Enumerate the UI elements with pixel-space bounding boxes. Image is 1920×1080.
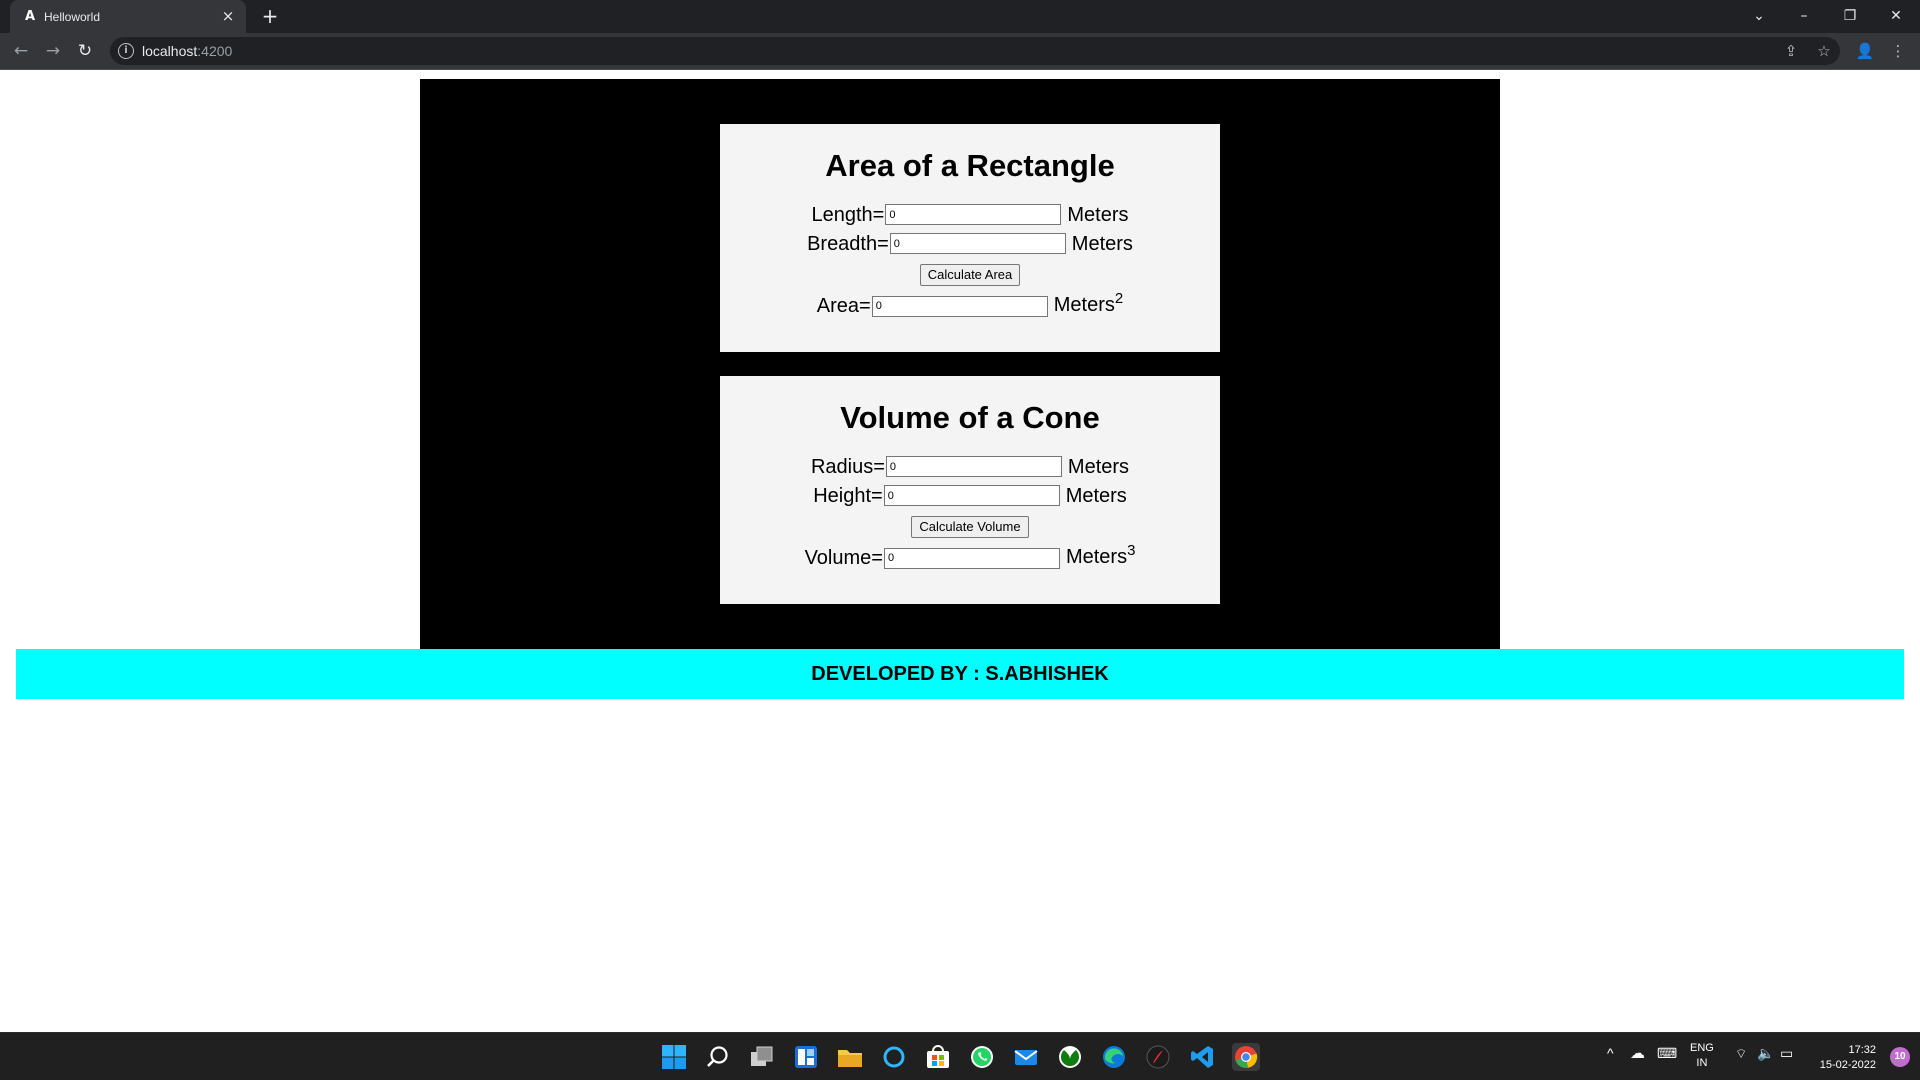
rectangle-area-card: Area of a Rectangle Length= Meters Bread… xyxy=(720,124,1220,352)
area-output[interactable] xyxy=(871,295,1048,317)
system-clock[interactable]: 17:32 15-02-2022 xyxy=(1820,1043,1876,1073)
site-info-icon[interactable]: i xyxy=(118,43,134,59)
developer-footer: DEVELOPED BY : S.ABHISHEK xyxy=(16,649,1904,699)
radius-input[interactable] xyxy=(885,456,1062,477)
browser-tab-bar: A Helloworld × + ⌄ – ❐ ✕ xyxy=(0,0,1920,33)
windows-start-icon[interactable] xyxy=(660,1043,688,1071)
area-button-row: Calculate Area xyxy=(720,258,1220,291)
address-bar[interactable]: i localhost:4200 ⇪ ☆ xyxy=(110,37,1840,65)
tray-overflow-chevron-icon[interactable]: ^ xyxy=(1607,1045,1614,1061)
height-label: Height= xyxy=(813,484,883,507)
breadth-input[interactable] xyxy=(889,233,1066,254)
volume-unit: Meters3 xyxy=(1065,542,1136,568)
breadth-label: Breadth= xyxy=(807,232,889,255)
volume-row: Volume= Meters3 xyxy=(720,542,1220,573)
mail-icon[interactable] xyxy=(1012,1043,1040,1071)
radius-row: Radius= Meters xyxy=(720,452,1220,481)
volume-exponent: 3 xyxy=(1127,542,1136,559)
edge-browser-icon[interactable] xyxy=(1100,1043,1128,1071)
length-input[interactable] xyxy=(885,204,1062,225)
cone-title: Volume of a Cone xyxy=(840,400,1100,435)
acrobat-icon[interactable] xyxy=(1144,1043,1172,1071)
microsoft-store-icon[interactable] xyxy=(924,1043,952,1071)
xbox-icon[interactable] xyxy=(1056,1043,1084,1071)
area-exponent: 2 xyxy=(1114,290,1124,307)
cone-volume-card: Volume of a Cone Radius= Meters Height= … xyxy=(720,376,1220,604)
calculator-container: Area of a Rectangle Length= Meters Bread… xyxy=(420,79,1500,649)
onedrive-cloud-icon[interactable]: ☁ xyxy=(1630,1044,1645,1062)
whatsapp-icon[interactable] xyxy=(968,1043,996,1071)
volume-button-row: Calculate Volume xyxy=(720,510,1220,543)
close-window-icon[interactable]: ✕ xyxy=(1884,4,1908,28)
angular-favicon-icon: A xyxy=(24,9,36,24)
search-icon[interactable] xyxy=(704,1043,732,1071)
calculate-volume-button[interactable]: Calculate Volume xyxy=(911,515,1029,538)
volume-output[interactable] xyxy=(883,547,1060,569)
tab-search-icon[interactable]: ⌄ xyxy=(1747,4,1771,28)
area-label: Area= xyxy=(816,295,871,317)
height-unit: Meters xyxy=(1065,484,1127,507)
volume-icon[interactable]: 🔈 xyxy=(1757,1045,1774,1062)
height-input[interactable] xyxy=(883,485,1060,506)
bookmark-star-icon[interactable]: ☆ xyxy=(1813,40,1835,62)
radius-label: Radius= xyxy=(810,455,885,478)
calculate-area-button[interactable]: Calculate Area xyxy=(919,263,1021,286)
radius-unit: Meters xyxy=(1067,455,1130,478)
restore-icon[interactable]: ❐ xyxy=(1838,4,1862,28)
rectangle-title: Area of a Rectangle xyxy=(825,148,1115,183)
minimize-icon[interactable]: – xyxy=(1792,4,1816,28)
reload-icon[interactable]: ↻ xyxy=(74,40,96,62)
close-tab-icon[interactable]: × xyxy=(220,8,236,24)
browser-tab[interactable]: A Helloworld × xyxy=(10,0,246,33)
length-unit: Meters xyxy=(1067,203,1129,226)
menu-kebab-icon[interactable]: ⋮ xyxy=(1887,40,1909,62)
wifi-icon[interactable]: ⌔ xyxy=(1735,1046,1747,1062)
breadth-unit: Meters xyxy=(1071,232,1133,255)
cortana-icon[interactable] xyxy=(880,1043,908,1071)
breadth-row: Breadth= Meters xyxy=(720,229,1220,258)
new-tab-icon[interactable]: + xyxy=(260,6,280,26)
chrome-icon[interactable] xyxy=(1232,1043,1260,1071)
height-row: Height= Meters xyxy=(720,481,1220,510)
length-label: Length= xyxy=(811,203,885,226)
vscode-icon[interactable] xyxy=(1188,1043,1216,1071)
file-explorer-icon[interactable] xyxy=(836,1043,864,1071)
task-view-icon[interactable] xyxy=(748,1043,776,1071)
page-viewport: Area of a Rectangle Length= Meters Bread… xyxy=(0,71,1920,1032)
notification-badge[interactable]: 10 xyxy=(1890,1047,1910,1067)
os-taskbar: ^ ☁ ⌨ ENG IN ⌔ 🔈 ▭ 17:32 15-02-2022 10 xyxy=(0,1032,1920,1080)
area-unit: Meters2 xyxy=(1053,290,1124,316)
language-indicator[interactable]: ENG IN xyxy=(1690,1041,1714,1071)
keyboard-icon[interactable]: ⌨ xyxy=(1657,1045,1677,1062)
area-row: Area= Meters2 xyxy=(720,290,1220,321)
back-icon[interactable]: ← xyxy=(10,40,32,62)
battery-icon[interactable]: ▭ xyxy=(1780,1045,1793,1062)
volume-label: Volume= xyxy=(804,547,883,569)
profile-icon[interactable]: 👤 xyxy=(1854,40,1876,62)
widgets-icon[interactable] xyxy=(792,1043,820,1071)
forward-icon[interactable]: → xyxy=(42,40,64,62)
url-text: localhost:4200 xyxy=(142,43,233,59)
tab-title: Helloworld xyxy=(44,10,101,24)
length-row: Length= Meters xyxy=(720,200,1220,229)
share-icon[interactable]: ⇪ xyxy=(1780,40,1802,62)
browser-toolbar: ← → ↻ i localhost:4200 ⇪ ☆ 👤 ⋮ xyxy=(0,33,1920,70)
